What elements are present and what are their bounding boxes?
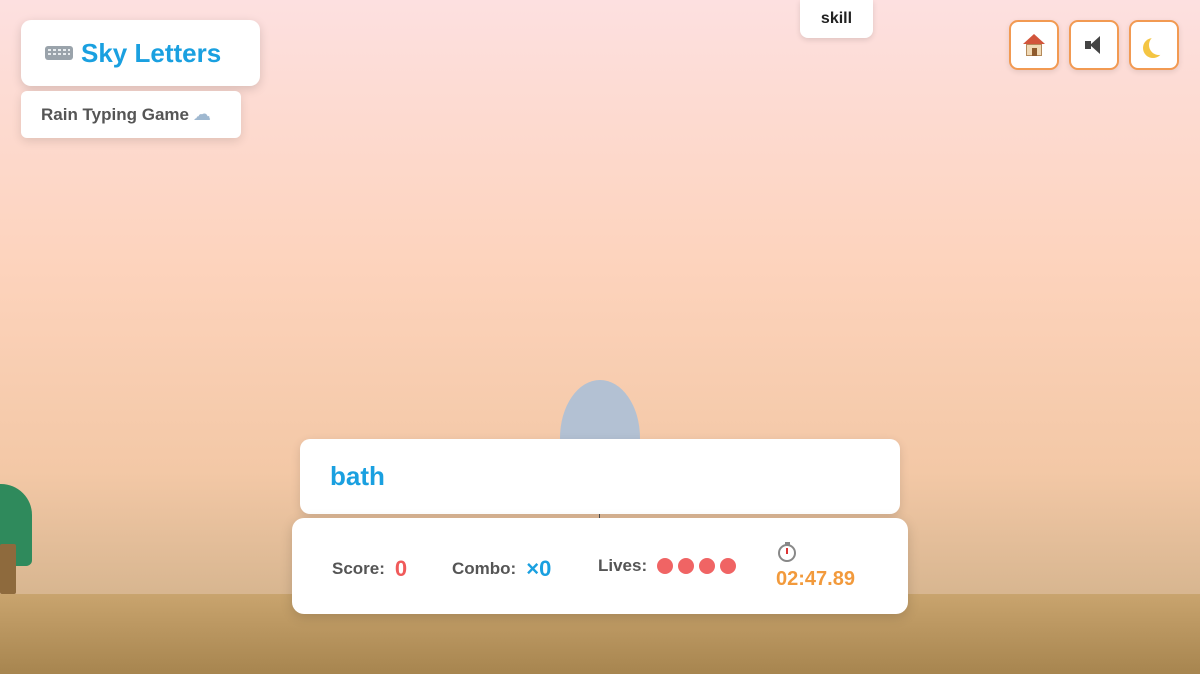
life-dot bbox=[678, 558, 695, 574]
falling-word: bath bbox=[330, 461, 385, 491]
combo-stat: Combo: ×0 bbox=[452, 556, 551, 582]
score-label: Score: bbox=[332, 559, 385, 578]
skill-chip[interactable]: skill bbox=[800, 0, 873, 38]
subtitle-card: Rain Typing Game ☁ bbox=[21, 91, 241, 138]
tree-trunk bbox=[0, 544, 16, 594]
sound-toggle-button[interactable] bbox=[1069, 20, 1119, 70]
lives-indicator bbox=[657, 558, 737, 574]
app-subtitle: Rain Typing Game bbox=[41, 104, 189, 124]
lives-label: Lives: bbox=[598, 556, 648, 575]
life-dot bbox=[657, 558, 674, 574]
speaker-muted-icon bbox=[1083, 35, 1105, 55]
timer: 02:47.89 bbox=[776, 542, 855, 591]
keyboard-icon bbox=[45, 46, 73, 60]
house-icon bbox=[1023, 34, 1045, 56]
lives-stat: Lives: bbox=[598, 556, 737, 576]
combo-value: ×0 bbox=[526, 556, 552, 581]
stats-panel: Score: 0 Combo: ×0 Lives: 02:47.89 bbox=[292, 518, 908, 614]
life-dot bbox=[699, 558, 716, 574]
word-panel[interactable]: bath bbox=[300, 439, 900, 514]
theme-toggle-button[interactable] bbox=[1129, 20, 1179, 70]
stopwatch-icon bbox=[778, 542, 798, 562]
score-stat: Score: 0 bbox=[332, 556, 407, 582]
title-card: Sky Letters bbox=[21, 20, 260, 86]
rain-cloud-icon: ☁ bbox=[193, 104, 211, 124]
app-title: Sky Letters bbox=[81, 37, 222, 68]
moon-icon bbox=[1149, 35, 1169, 55]
combo-label: Combo: bbox=[452, 559, 517, 578]
score-value: 0 bbox=[394, 556, 408, 581]
home-button[interactable] bbox=[1009, 20, 1059, 70]
timer-value: 02:47.89 bbox=[776, 568, 855, 590]
life-dot bbox=[720, 558, 737, 574]
